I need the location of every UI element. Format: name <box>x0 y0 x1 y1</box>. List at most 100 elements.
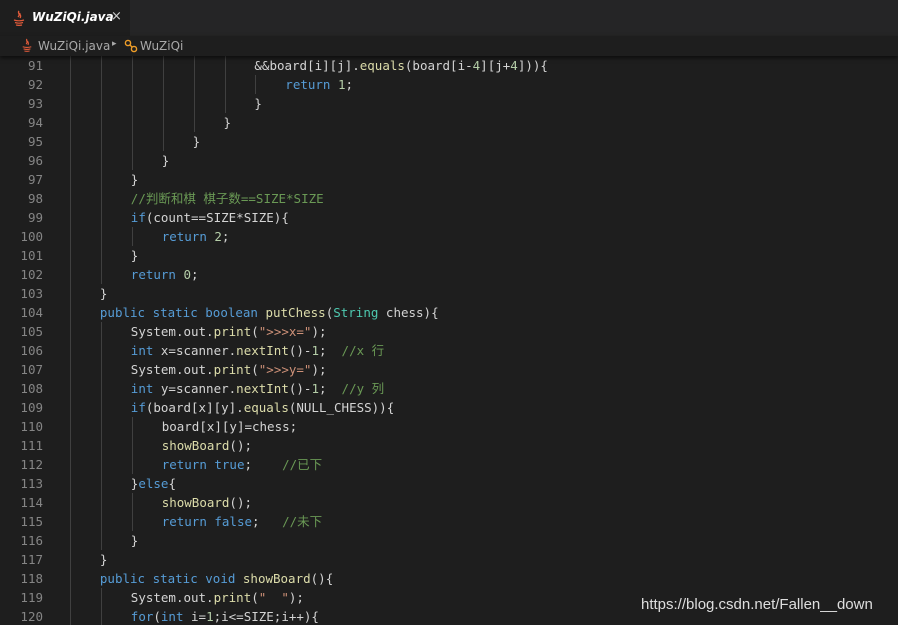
code-token: ; <box>318 381 342 396</box>
code-token: ); <box>311 362 327 377</box>
code-token: ; <box>221 229 230 244</box>
code-line[interactable]: 103} <box>0 284 898 303</box>
code-token: String <box>333 305 379 320</box>
code-line[interactable]: 113}else{ <box>0 474 898 493</box>
close-icon[interactable]: × <box>111 9 122 24</box>
code-line[interactable]: 99 if(count==SIZE*SIZE){ <box>0 208 898 227</box>
code-text: showBoard(); <box>162 436 252 455</box>
tab-wuziqi-java[interactable]: WuZiQi.java × <box>0 0 130 36</box>
code-token: boolean <box>205 305 258 320</box>
code-line[interactable]: 105 System.out.print(">>>x="); <box>0 322 898 341</box>
code-token: } <box>161 153 170 168</box>
tab-label: WuZiQi.java <box>32 10 114 24</box>
code-text: &&board[i][j].equals(board[i-4][j+4])){ <box>254 56 548 75</box>
code-text: System.out.print(" "); <box>131 588 304 607</box>
code-line[interactable]: 104 public static boolean putChess(String… <box>0 303 898 322</box>
code-text: for(int i=1;i<=SIZE;i++){ <box>131 607 319 625</box>
code-token: putChess <box>265 305 326 320</box>
code-token: ">>>x=" <box>258 324 312 339</box>
line-number: 97 <box>27 172 43 187</box>
line-number: 96 <box>27 153 43 168</box>
code-token: showBoard <box>161 438 230 453</box>
code-token: " " <box>258 590 289 605</box>
code-line[interactable]: 98 //判断和棋 棋子数==SIZE*SIZE <box>0 189 898 208</box>
line-number: 101 <box>20 248 43 263</box>
code-token: x=scanner. <box>153 343 237 358</box>
java-file-icon <box>22 38 32 52</box>
code-line[interactable]: 116} <box>0 531 898 550</box>
code-token: 2 <box>214 229 222 244</box>
code-token: //x 行 <box>341 343 385 358</box>
code-token: for <box>130 609 154 624</box>
line-number: 103 <box>20 286 43 301</box>
code-line[interactable]: 115 return false; //未下 <box>0 512 898 531</box>
code-line[interactable]: 94} <box>0 113 898 132</box>
code-line[interactable]: 117} <box>0 550 898 569</box>
line-number: 95 <box>27 134 43 149</box>
class-icon <box>124 39 138 53</box>
code-text: showBoard(); <box>162 493 252 512</box>
code-token: } <box>254 96 262 111</box>
line-number: 104 <box>20 305 43 320</box>
code-line[interactable]: 91 &&board[i][j].equals(board[i-4][j+4]))… <box>0 56 898 75</box>
code-line[interactable]: 96} <box>0 151 898 170</box>
code-line[interactable]: 106 int x=scanner.nextInt()-1; //x 行 <box>0 341 898 360</box>
breadcrumb-file[interactable]: WuZiQi.java <box>38 39 110 53</box>
code-line[interactable]: 97} <box>0 170 898 189</box>
line-number: 119 <box>20 590 43 605</box>
code-token: ; <box>191 267 199 282</box>
breadcrumb: WuZiQi.java ▸ WuZiQi <box>0 36 898 56</box>
code-token: else <box>138 476 169 491</box>
line-number: 92 <box>27 77 43 92</box>
indent-guide <box>131 417 133 474</box>
indent-guide <box>131 493 133 531</box>
line-number: 117 <box>20 552 43 567</box>
code-token: return <box>161 457 207 472</box>
code-token: } <box>192 134 201 149</box>
code-line[interactable]: 95} <box>0 132 898 151</box>
code-token: (){ <box>310 571 334 586</box>
line-number: 102 <box>20 267 43 282</box>
code-token: (board[i- <box>404 58 473 73</box>
code-line[interactable]: 101} <box>0 246 898 265</box>
code-text: board[x][y]=chess; <box>162 417 297 436</box>
breadcrumb-class[interactable]: WuZiQi <box>140 39 183 53</box>
code-line[interactable]: 108 int y=scanner.nextInt()-1; //y 列 <box>0 379 898 398</box>
code-token: } <box>130 248 139 263</box>
code-token: y=scanner. <box>153 381 237 396</box>
code-line[interactable]: 93} <box>0 94 898 113</box>
code-token: ])){ <box>517 58 548 73</box>
code-editor[interactable]: 91 &&board[i][j].equals(board[i-4][j+4]))… <box>0 56 898 625</box>
code-token: ( <box>153 609 161 624</box>
code-token: equals <box>359 58 405 73</box>
code-token: 1 <box>311 343 319 358</box>
code-token: (count==SIZE*SIZE){ <box>145 210 289 225</box>
code-line[interactable]: 109 if(board[x][y].equals(NULL_CHESS)){ <box>0 398 898 417</box>
code-token: //未下 <box>282 514 323 529</box>
code-token: return <box>285 77 331 92</box>
code-text: } <box>131 531 139 550</box>
code-token: true <box>214 457 245 472</box>
code-line[interactable]: 102 return 0; <box>0 265 898 284</box>
line-number: 106 <box>20 343 43 358</box>
indent-guide <box>131 227 133 246</box>
code-text: return true; //已下 <box>162 455 323 474</box>
code-line[interactable]: 92 return 1; <box>0 75 898 94</box>
code-text: return false; //未下 <box>162 512 323 531</box>
code-line[interactable]: 100 return 2; <box>0 227 898 246</box>
code-text: int x=scanner.nextInt()-1; //x 行 <box>131 341 384 360</box>
code-line[interactable]: 110 board[x][y]=chess; <box>0 417 898 436</box>
code-line[interactable]: 111 showBoard(); <box>0 436 898 455</box>
code-token: equals <box>243 400 289 415</box>
code-text: } <box>131 246 139 265</box>
line-number: 99 <box>27 210 43 225</box>
code-line[interactable]: 112 return true; //已下 <box>0 455 898 474</box>
code-token: static <box>152 305 198 320</box>
code-line[interactable]: 118 public static void showBoard(){ <box>0 569 898 588</box>
indent-guide <box>255 75 257 94</box>
code-line[interactable]: 114 showBoard(); <box>0 493 898 512</box>
code-line[interactable]: 107 System.out.print(">>>y="); <box>0 360 898 379</box>
code-token: chess){ <box>378 305 439 320</box>
code-token: void <box>205 571 236 586</box>
